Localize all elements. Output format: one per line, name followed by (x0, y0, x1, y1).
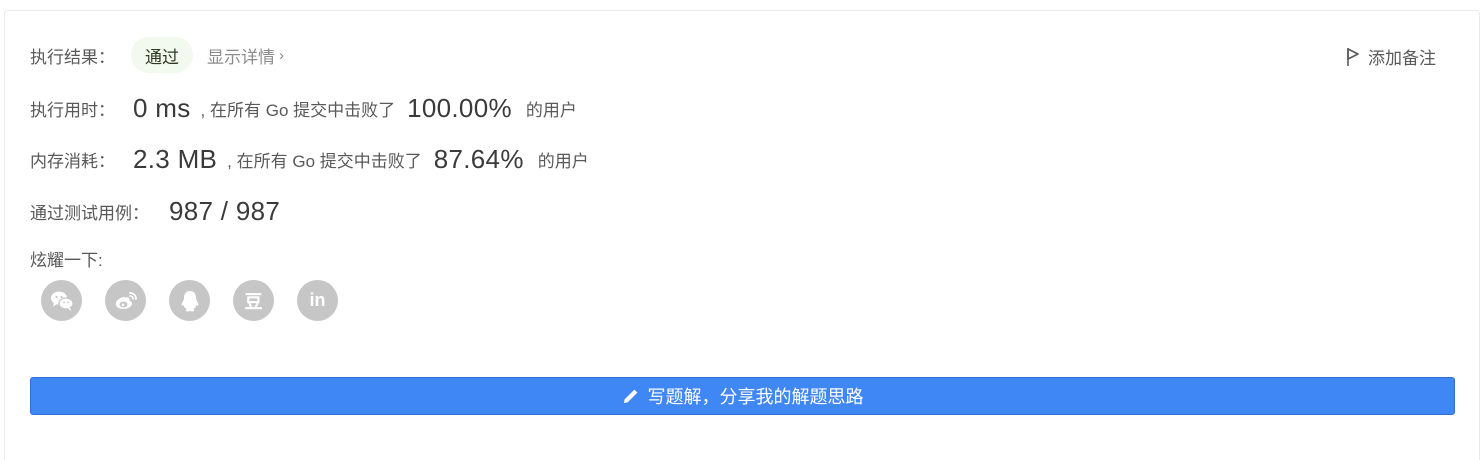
status-badge: 通过 (131, 37, 193, 73)
pencil-icon (623, 389, 637, 403)
test-cases-label: 通过测试用例： (30, 203, 149, 223)
qq-icon (181, 290, 198, 311)
weibo-share-button[interactable] (105, 280, 146, 321)
memory-suffix: 的用户 (537, 151, 589, 171)
douban-share-button[interactable]: 豆 (233, 280, 274, 321)
memory-middle-text: , 在所有 Go 提交中击败了 (227, 151, 422, 171)
linkedin-share-button[interactable]: in (297, 280, 338, 321)
runtime-value: 0 ms (133, 92, 191, 123)
memory-percent: 87.64% (433, 143, 524, 174)
test-cases-row: 通过测试用例： 987 / 987 (30, 193, 280, 229)
runtime-label: 执行用时： (30, 100, 115, 120)
qq-share-button[interactable] (169, 280, 210, 321)
weibo-icon (115, 291, 137, 309)
result-row: 执行结果： 通过 显示详情 › (30, 36, 284, 74)
share-label: 炫耀一下: (30, 250, 103, 270)
linkedin-icon: in (309, 290, 326, 310)
chevron-right-icon: › (279, 46, 284, 64)
memory-value: 2.3 MB (133, 143, 218, 174)
show-details-label: 显示详情 (207, 47, 275, 67)
runtime-row: 执行用时： 0 ms , 在所有 Go 提交中击败了 100.00% 的用户 (30, 90, 577, 126)
flag-icon (1347, 47, 1359, 66)
share-icons: 豆 in (41, 280, 361, 321)
runtime-percent: 100.00% (407, 92, 512, 123)
test-cases-value: 987 / 987 (169, 195, 281, 226)
write-solution-button[interactable]: 写题解，分享我的解题思路 (30, 377, 1455, 415)
result-label: 执行结果： (30, 47, 115, 67)
douban-icon: 豆 (244, 291, 263, 312)
add-note-button[interactable]: 添加备注 (1346, 44, 1436, 69)
add-note-label: 添加备注 (1368, 49, 1436, 68)
wechat-share-button[interactable] (41, 280, 82, 321)
memory-label: 内存消耗： (30, 151, 115, 171)
runtime-middle-text: , 在所有 Go 提交中击败了 (200, 100, 396, 120)
show-details-link[interactable]: 显示详情 › (207, 43, 284, 68)
memory-row: 内存消耗： 2.3 MB , 在所有 Go 提交中击败了 87.64% 的用户 (30, 141, 589, 177)
runtime-suffix: 的用户 (525, 100, 577, 120)
write-solution-label: 写题解，分享我的解题思路 (647, 387, 864, 407)
share-row: 炫耀一下: (30, 246, 103, 270)
wechat-icon (50, 291, 74, 311)
